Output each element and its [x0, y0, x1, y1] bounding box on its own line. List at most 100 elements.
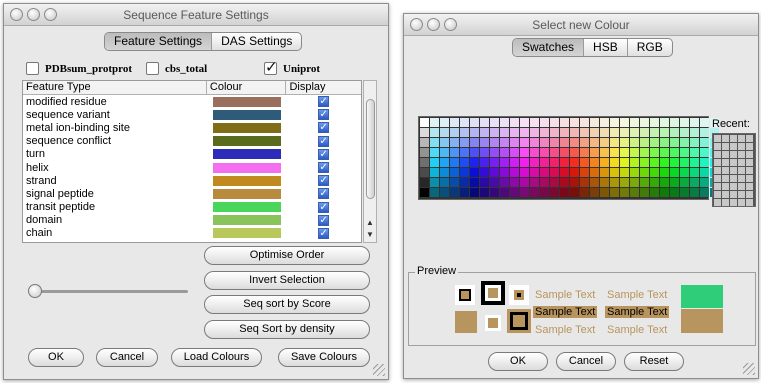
load-colours-button[interactable]: Load Colours — [171, 348, 262, 367]
colour-swatch-cell[interactable] — [590, 138, 599, 147]
colour-swatch-cell[interactable] — [490, 188, 499, 197]
feature-display-cell[interactable]: ✓ — [286, 201, 361, 213]
colour-swatch-cell[interactable] — [480, 138, 489, 147]
ok-button[interactable]: OK — [28, 348, 84, 367]
colour-swatch-cell[interactable] — [570, 168, 579, 177]
colour-swatch-cell[interactable] — [620, 148, 629, 157]
feature-display-cell[interactable]: ✓ — [286, 96, 361, 108]
colour-swatch-cell[interactable] — [650, 178, 659, 187]
colour-swatch-cell[interactable] — [490, 148, 499, 157]
colour-swatch-cell[interactable] — [600, 118, 609, 127]
colour-swatch-cell[interactable] — [650, 158, 659, 167]
recent-swatch-cell[interactable] — [714, 151, 721, 158]
recent-swatch-cell[interactable] — [722, 183, 729, 190]
colour-swatch-cell[interactable] — [660, 138, 669, 147]
colour-swatch-cell[interactable] — [660, 118, 669, 127]
colour-swatch-cell[interactable] — [590, 178, 599, 187]
colour-swatch-cell[interactable] — [560, 118, 569, 127]
colour-swatch-cell[interactable] — [560, 128, 569, 137]
scroll-up-icon[interactable]: ▲ — [364, 217, 376, 229]
colour-swatch[interactable] — [212, 175, 281, 186]
colour-swatch-cell[interactable] — [590, 158, 599, 167]
colour-swatch-cell[interactable] — [430, 138, 439, 147]
table-scrollbar[interactable]: ▲ ▼ — [363, 80, 377, 243]
source-checkbox-uniprot[interactable]: Uniprot — [264, 58, 320, 76]
colour-swatch-cell[interactable] — [510, 148, 519, 157]
colour-swatch-cell[interactable] — [480, 168, 489, 177]
colour-swatch-cell[interactable] — [520, 188, 529, 197]
colour-swatch[interactable] — [212, 109, 281, 120]
colour-swatch[interactable] — [212, 96, 281, 107]
colour-swatch-cell[interactable] — [600, 168, 609, 177]
colour-swatch-cell[interactable] — [640, 158, 649, 167]
recent-swatch-cell[interactable] — [730, 135, 737, 142]
recent-swatch-cell[interactable] — [714, 167, 721, 174]
feature-colour-cell[interactable] — [207, 149, 287, 160]
table-row[interactable]: modified residue ✓ — [23, 95, 361, 108]
colour-swatch-cell[interactable] — [460, 178, 469, 187]
colour-swatch-cell[interactable] — [550, 188, 559, 197]
colour-swatch-cell[interactable] — [670, 158, 679, 167]
colour-swatch-cell[interactable] — [470, 188, 479, 197]
colour-swatch-cell[interactable] — [500, 158, 509, 167]
colour-swatch-cell[interactable] — [690, 118, 699, 127]
colour-swatch-cell[interactable] — [660, 148, 669, 157]
colour-swatch-cell[interactable] — [620, 158, 629, 167]
colour-swatch-cell[interactable] — [600, 178, 609, 187]
feature-colour-cell[interactable] — [207, 162, 287, 173]
colour-swatch[interactable] — [212, 188, 281, 199]
feature-display-cell[interactable]: ✓ — [286, 109, 361, 121]
recent-swatch-cell[interactable] — [714, 143, 721, 150]
colour-swatch-cell[interactable] — [570, 128, 579, 137]
cbs-checkbox[interactable] — [146, 62, 159, 75]
recent-swatch-cell[interactable] — [722, 159, 729, 166]
colour-swatch-cell[interactable] — [600, 188, 609, 197]
colour-swatch-cell[interactable] — [700, 128, 709, 137]
colour-swatch-cell[interactable] — [590, 128, 599, 137]
colour-swatch-cell[interactable] — [520, 148, 529, 157]
recent-swatch-cell[interactable] — [746, 159, 753, 166]
recent-swatch-cell[interactable] — [714, 183, 721, 190]
colour-swatch-cell[interactable] — [490, 118, 499, 127]
feature-colour-cell[interactable] — [207, 109, 287, 120]
colour-swatch-cell[interactable] — [640, 138, 649, 147]
colour-swatch-cell[interactable] — [470, 168, 479, 177]
recent-swatch-cell[interactable] — [738, 167, 745, 174]
colour-swatch-cell[interactable] — [690, 128, 699, 137]
colour-swatch-cell[interactable] — [470, 158, 479, 167]
colour-swatch-cell[interactable] — [530, 158, 539, 167]
colour-swatch-cell[interactable] — [580, 128, 589, 137]
colour-swatch-cell[interactable] — [480, 158, 489, 167]
colour-swatch-cell[interactable] — [640, 128, 649, 137]
colour-swatch-cell[interactable] — [520, 118, 529, 127]
feature-display-cell[interactable]: ✓ — [286, 214, 361, 226]
colour-swatch-cell[interactable] — [630, 188, 639, 197]
display-checkbox[interactable]: ✓ — [318, 175, 330, 187]
recent-swatch-cell[interactable] — [738, 143, 745, 150]
colour-swatch-cell[interactable] — [460, 158, 469, 167]
colour-swatch-cell[interactable] — [690, 168, 699, 177]
colour-swatch-cell[interactable] — [670, 168, 679, 177]
colour-swatch-cell[interactable] — [580, 118, 589, 127]
recent-swatch-cell[interactable] — [730, 159, 737, 166]
colour-swatch-cell[interactable] — [530, 178, 539, 187]
feature-display-cell[interactable]: ✓ — [286, 188, 361, 200]
colour-swatch-cell[interactable] — [520, 128, 529, 137]
colour-swatch-cell[interactable] — [620, 128, 629, 137]
recent-swatch-cell[interactable] — [730, 175, 737, 182]
colour-swatch-cell[interactable] — [500, 118, 509, 127]
colour-swatch-cell[interactable] — [540, 138, 549, 147]
colour-swatch-cell[interactable] — [470, 178, 479, 187]
colour-swatch-cell[interactable] — [480, 188, 489, 197]
colour-swatch-cell[interactable] — [530, 118, 539, 127]
recent-swatch-cell[interactable] — [714, 199, 721, 206]
colour-swatch-cell[interactable] — [630, 178, 639, 187]
recent-swatch-cell[interactable] — [722, 167, 729, 174]
tab-hsb[interactable]: HSB — [584, 39, 628, 56]
feature-display-cell[interactable]: ✓ — [286, 227, 361, 239]
colour-swatch-cell[interactable] — [490, 128, 499, 137]
colour-swatch-cell[interactable] — [560, 178, 569, 187]
colour-swatch-cell[interactable] — [440, 148, 449, 157]
recent-swatch-cell[interactable] — [722, 143, 729, 150]
colour-swatch-cell[interactable] — [520, 178, 529, 187]
